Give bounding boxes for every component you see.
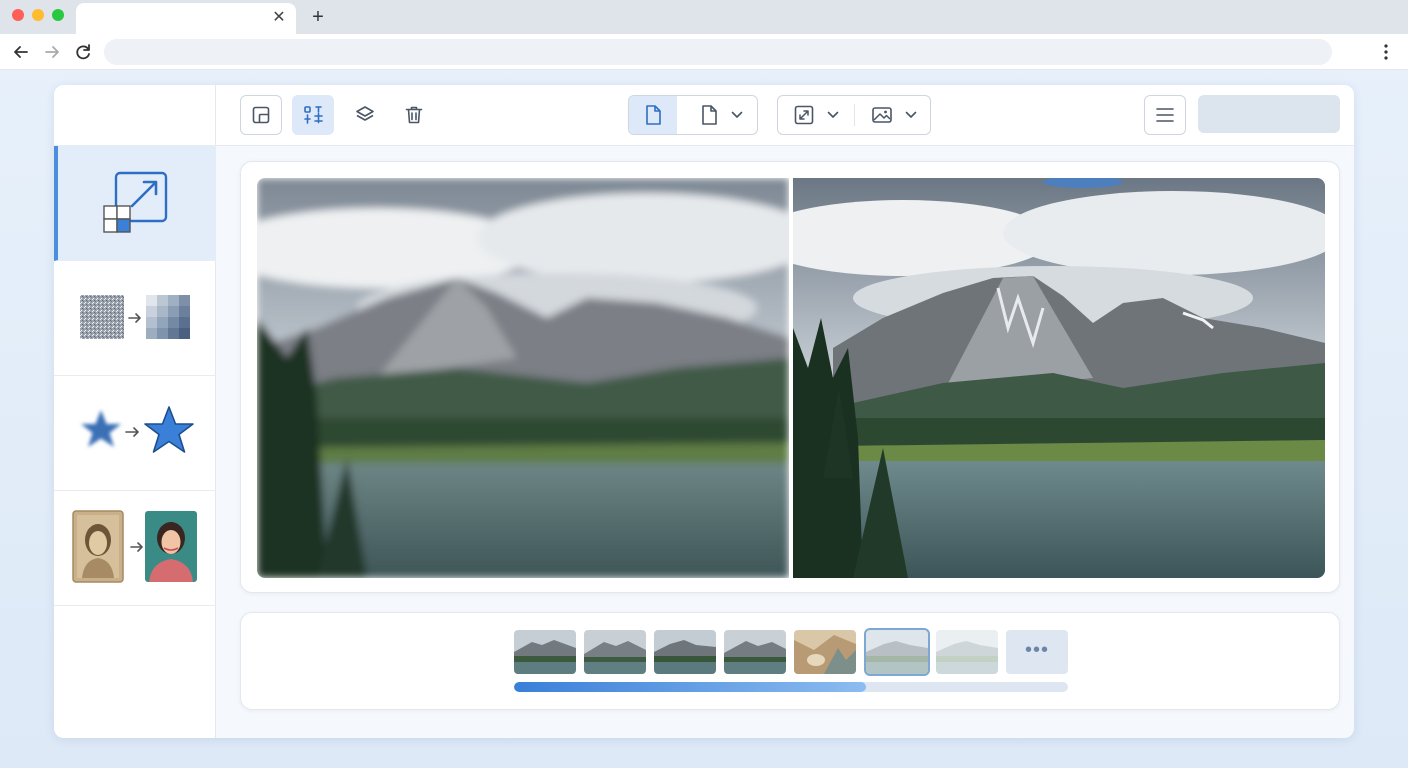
noise-to-pixel-icon: [80, 295, 192, 341]
sidebar-item-sharpen[interactable]: [54, 376, 216, 491]
address-bar[interactable]: [104, 39, 1332, 65]
sidebar-item-denoise[interactable]: [54, 261, 216, 376]
main-area: •••: [216, 85, 1354, 738]
delete-button[interactable]: [393, 95, 435, 135]
primary-action-button[interactable]: [1198, 95, 1340, 133]
editor-toolbar: [216, 85, 1354, 146]
blur-star-to-sharp-star-icon: [74, 404, 198, 460]
new-tab-icon[interactable]: +: [308, 7, 328, 27]
filmstrip-thumbnail-selected[interactable]: [864, 628, 930, 676]
filmstrip-thumbnail[interactable]: [584, 630, 646, 674]
image-icon: [871, 105, 893, 125]
single-document-button[interactable]: [629, 96, 677, 134]
expand-dropdown[interactable]: [778, 96, 853, 134]
document-view-group: [628, 95, 758, 135]
after-image: [793, 178, 1325, 578]
sidebar-item-restore-photo[interactable]: [54, 491, 216, 606]
close-window-dot[interactable]: [12, 9, 24, 21]
adjust-button[interactable]: [292, 95, 334, 135]
browser-tab[interactable]: ✕: [76, 3, 296, 34]
back-icon[interactable]: [10, 41, 32, 63]
view-options-group: [777, 95, 931, 135]
browser-tab-bar: ✕ +: [0, 0, 1408, 34]
filmstrip-thumbnail[interactable]: [724, 630, 786, 674]
trash-icon: [403, 104, 425, 126]
reload-icon[interactable]: [72, 41, 94, 63]
document-icon: [699, 104, 719, 126]
before-image: [257, 178, 789, 578]
filmstrip-thumbnail[interactable]: [654, 630, 716, 674]
filmstrip-thumbnail[interactable]: [794, 630, 856, 674]
browser-menu-icon[interactable]: [1378, 41, 1394, 63]
adjust-icon: [302, 104, 324, 126]
progress-bar: [514, 682, 1068, 692]
crop-icon: [251, 105, 271, 125]
sidebar-header: [54, 85, 216, 146]
more-thumbnails-button[interactable]: •••: [1006, 630, 1068, 674]
chevron-down-icon: [827, 111, 839, 119]
filmstrip-panel: •••: [240, 612, 1340, 710]
filmstrip-thumbnail[interactable]: [936, 630, 998, 674]
menu-button[interactable]: [1144, 95, 1186, 135]
chevron-down-icon: [905, 111, 917, 119]
filmstrip-thumbnail[interactable]: [514, 630, 576, 674]
app-window: •••: [54, 85, 1354, 738]
document-icon: [643, 104, 663, 126]
crop-button[interactable]: [240, 95, 282, 135]
chevron-down-icon: [731, 111, 743, 119]
browser-toolbar: [0, 34, 1408, 70]
document-dropdown[interactable]: [683, 96, 759, 134]
minimize-window-dot[interactable]: [32, 9, 44, 21]
preview-panel: [240, 161, 1340, 593]
progress-bar-fill: [514, 682, 866, 692]
image-dropdown[interactable]: [856, 96, 932, 134]
hamburger-icon: [1155, 107, 1175, 123]
sidebar: [54, 85, 216, 738]
tab-close-icon[interactable]: ✕: [270, 9, 288, 27]
zoom-window-dot[interactable]: [52, 9, 64, 21]
old-photo-to-color-portrait-icon: [72, 510, 198, 584]
upscale-icon: [102, 170, 170, 236]
forward-icon[interactable]: [41, 41, 63, 63]
layers-button[interactable]: [344, 95, 386, 135]
group-divider: [854, 104, 855, 126]
sidebar-item-upscale[interactable]: [54, 146, 216, 261]
expand-icon: [793, 104, 815, 126]
layers-icon: [354, 104, 376, 126]
